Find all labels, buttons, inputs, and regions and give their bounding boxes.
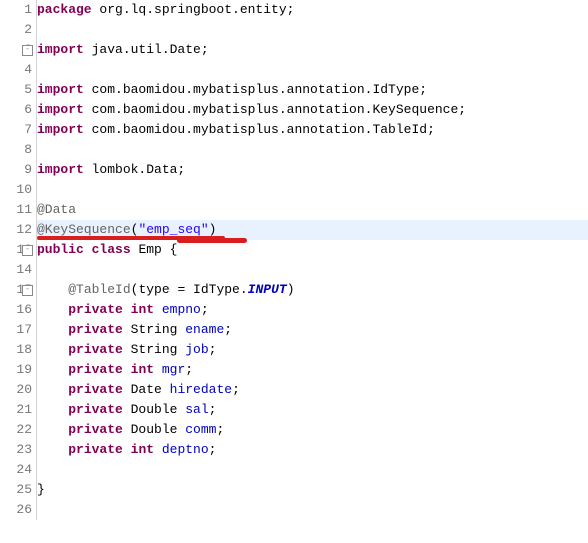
code-line: private Double comm; bbox=[37, 420, 588, 440]
fold-toggle-icon[interactable]: - bbox=[22, 245, 33, 256]
line-number: 23 bbox=[0, 440, 32, 460]
code-line bbox=[37, 20, 588, 40]
code-line bbox=[37, 140, 588, 160]
line-number: 4 bbox=[0, 60, 32, 80]
code-line: import com.baomidou.mybatisplus.annotati… bbox=[37, 120, 588, 140]
fold-toggle-icon[interactable]: - bbox=[22, 45, 33, 56]
line-number: 10 bbox=[0, 180, 32, 200]
line-number: 18 bbox=[0, 340, 32, 360]
line-number: 15- bbox=[0, 280, 32, 300]
line-number: 7 bbox=[0, 120, 32, 140]
code-line: @Data bbox=[37, 200, 588, 220]
line-number: 20 bbox=[0, 380, 32, 400]
line-number: 9 bbox=[0, 160, 32, 180]
line-number: 19 bbox=[0, 360, 32, 380]
line-number: 13- bbox=[0, 240, 32, 260]
code-line bbox=[37, 500, 588, 520]
code-line: private int mgr; bbox=[37, 360, 588, 380]
line-number: 3- bbox=[0, 40, 32, 60]
line-number: 21 bbox=[0, 400, 32, 420]
line-number: 17 bbox=[0, 320, 32, 340]
red-underline-annotation bbox=[177, 238, 247, 243]
code-line bbox=[37, 180, 588, 200]
line-number: 26 bbox=[0, 500, 32, 520]
code-line: public class Emp { bbox=[37, 240, 588, 260]
fold-toggle-icon[interactable]: - bbox=[22, 285, 33, 296]
line-number: 24 bbox=[0, 460, 32, 480]
line-number: 11 bbox=[0, 200, 32, 220]
line-number: 25 bbox=[0, 480, 32, 500]
code-line: import java.util.Date; bbox=[37, 40, 588, 60]
code-line: import com.baomidou.mybatisplus.annotati… bbox=[37, 100, 588, 120]
code-line: package org.lq.springboot.entity; bbox=[37, 0, 588, 20]
line-number: 16 bbox=[0, 300, 32, 320]
code-line: private int empno; bbox=[37, 300, 588, 320]
code-line bbox=[37, 60, 588, 80]
code-line: private int deptno; bbox=[37, 440, 588, 460]
line-number: 8 bbox=[0, 140, 32, 160]
line-number: 2 bbox=[0, 20, 32, 40]
code-line: private String ename; bbox=[37, 320, 588, 340]
code-line bbox=[37, 460, 588, 480]
code-line: import com.baomidou.mybatisplus.annotati… bbox=[37, 80, 588, 100]
code-line bbox=[37, 260, 588, 280]
code-line: private Double sal; bbox=[37, 400, 588, 420]
line-number: 5 bbox=[0, 80, 32, 100]
line-number: 6 bbox=[0, 100, 32, 120]
code-line: private String job; bbox=[37, 340, 588, 360]
code-editor: 1 2 3- 4 5 6 7 8 9 10 11 12 13- 14 15- 1… bbox=[0, 0, 588, 520]
code-area[interactable]: package org.lq.springboot.entity; import… bbox=[37, 0, 588, 520]
code-line: import lombok.Data; bbox=[37, 160, 588, 180]
line-number-gutter: 1 2 3- 4 5 6 7 8 9 10 11 12 13- 14 15- 1… bbox=[0, 0, 37, 520]
line-number: 14 bbox=[0, 260, 32, 280]
code-line: private Date hiredate; bbox=[37, 380, 588, 400]
code-line: @TableId(type = IdType.INPUT) bbox=[37, 280, 588, 300]
line-number: 12 bbox=[0, 220, 32, 240]
line-number: 22 bbox=[0, 420, 32, 440]
code-line: } bbox=[37, 480, 588, 500]
line-number: 1 bbox=[0, 0, 32, 20]
